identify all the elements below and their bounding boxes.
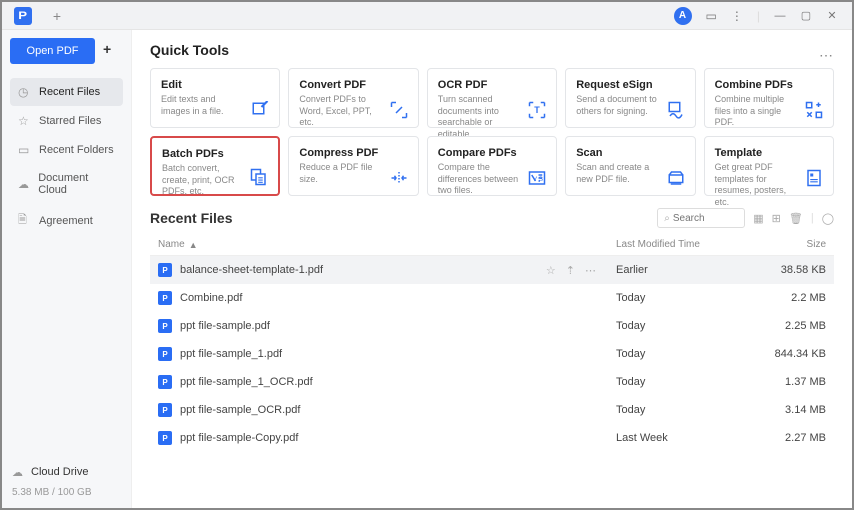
titlebar: P + A ▭ ⋮ | — ▢ ✕ xyxy=(2,2,852,30)
column-time[interactable]: Last Modified Time xyxy=(616,239,766,250)
avatar[interactable]: A xyxy=(674,7,692,25)
file-table: Name▲ Last Modified Time Size P balance-… xyxy=(150,234,834,452)
esign-icon xyxy=(665,101,687,119)
card-compare[interactable]: Compare PDFs Compare the differences bet… xyxy=(427,136,557,196)
compress-icon xyxy=(388,169,410,187)
card-compress[interactable]: Compress PDF Reduce a PDF file size. xyxy=(288,136,418,196)
app-logo: P xyxy=(14,7,32,25)
sidebar: Open PDF + Recent Files Starred Files Re… xyxy=(2,30,132,508)
pdf-file-icon: P xyxy=(158,291,172,305)
compare-icon: VS xyxy=(526,169,548,187)
chat-icon[interactable]: ▭ xyxy=(706,9,717,23)
new-file-button[interactable]: + xyxy=(103,41,123,61)
batch-icon xyxy=(248,168,270,186)
card-esign[interactable]: Request eSign Send a document to others … xyxy=(565,68,695,128)
delete-icon[interactable]: 🗑 xyxy=(789,212,803,225)
star-icon[interactable]: ☆ xyxy=(546,264,556,277)
combine-icon xyxy=(803,101,825,119)
card-edit[interactable]: Edit Edit texts and images in a file. xyxy=(150,68,280,128)
card-ocr[interactable]: OCR PDF Turn scanned documents into sear… xyxy=(427,68,557,128)
pdf-file-icon: P xyxy=(158,431,172,445)
convert-icon xyxy=(388,101,410,119)
document-icon xyxy=(18,211,31,230)
open-pdf-button[interactable]: Open PDF xyxy=(10,38,95,64)
minimize-button[interactable]: — xyxy=(774,10,786,22)
column-size[interactable]: Size xyxy=(766,239,826,250)
card-convert[interactable]: Convert PDF Convert PDFs to Word, Excel,… xyxy=(288,68,418,128)
maximize-button[interactable]: ▢ xyxy=(800,10,812,22)
sidebar-item-starred-files[interactable]: Starred Files xyxy=(10,107,123,135)
table-row[interactable]: Pppt file-sample_1_OCR.pdfToday1.37 MB xyxy=(150,368,834,396)
cloud-icon xyxy=(12,465,25,479)
pdf-file-icon: P xyxy=(158,319,172,333)
card-scan[interactable]: Scan Scan and create a new PDF file. xyxy=(565,136,695,196)
svg-text:T: T xyxy=(534,105,540,115)
grid-view-icon[interactable]: ⊞ xyxy=(772,212,781,225)
sort-asc-icon: ▲ xyxy=(189,240,198,250)
kebab-menu-icon[interactable]: ⋮ xyxy=(731,9,743,23)
sidebar-item-agreement[interactable]: Agreement xyxy=(10,204,123,237)
table-row[interactable]: Pppt file-sample-Copy.pdfLast Week2.27 M… xyxy=(150,424,834,452)
card-batch[interactable]: Batch PDFs Batch convert, create, print,… xyxy=(150,136,280,196)
folder-icon xyxy=(18,143,31,157)
clock-icon xyxy=(18,85,31,99)
new-tab-button[interactable]: + xyxy=(50,9,64,23)
pdf-file-icon: P xyxy=(158,403,172,417)
recent-files-title: Recent Files xyxy=(150,210,232,226)
table-row[interactable]: Pppt file-sample_OCR.pdfToday3.14 MB xyxy=(150,396,834,424)
storage-info: 5.38 MB / 100 GB xyxy=(10,485,123,502)
sidebar-item-recent-folders[interactable]: Recent Folders xyxy=(10,136,123,164)
sidebar-item-label: Recent Folders xyxy=(39,144,114,156)
search-box[interactable]: ⌕ xyxy=(657,208,745,228)
sidebar-item-label: Agreement xyxy=(39,215,93,227)
cloud-icon xyxy=(18,177,30,191)
quick-tools-grid: Edit Edit texts and images in a file. Co… xyxy=(150,68,834,196)
sidebar-item-recent-files[interactable]: Recent Files xyxy=(10,78,123,106)
sidebar-item-label: Starred Files xyxy=(39,115,101,127)
svg-text:S: S xyxy=(539,176,544,183)
cloud-drive-item[interactable]: Cloud Drive xyxy=(10,459,123,485)
column-name[interactable]: Name▲ xyxy=(158,239,616,250)
quick-tools-title: Quick Tools xyxy=(150,42,229,58)
template-icon xyxy=(803,169,825,187)
table-row[interactable]: PCombine.pdfToday2.2 MB xyxy=(150,284,834,312)
card-combine[interactable]: Combine PDFs Combine multiple files into… xyxy=(704,68,834,128)
card-template[interactable]: Template Get great PDF templates for res… xyxy=(704,136,834,196)
table-row[interactable]: Pppt file-sample.pdfToday2.25 MB xyxy=(150,312,834,340)
more-icon[interactable]: ⋯ xyxy=(819,47,834,64)
more-icon[interactable]: ⋯ xyxy=(585,264,596,277)
svg-text:V: V xyxy=(533,176,538,183)
pdf-file-icon: P xyxy=(158,375,172,389)
edit-icon xyxy=(249,101,271,119)
table-row[interactable]: P balance-sheet-template-1.pdf ☆ ⇡ ⋯ Ear… xyxy=(150,256,834,284)
search-icon: ⌕ xyxy=(664,213,670,224)
search-input[interactable] xyxy=(673,213,733,224)
upload-icon[interactable]: ⇡ xyxy=(566,264,575,277)
content-area: Quick Tools ⋯ Edit Edit texts and images… xyxy=(132,30,852,508)
row-actions: ☆ ⇡ ⋯ xyxy=(546,264,596,277)
refresh-icon[interactable]: ◯ xyxy=(822,212,834,225)
sidebar-item-label: Document Cloud xyxy=(38,172,115,196)
pdf-file-icon: P xyxy=(158,347,172,361)
star-icon xyxy=(18,114,31,128)
list-view-icon[interactable]: ▦ xyxy=(753,212,763,225)
sidebar-item-document-cloud[interactable]: Document Cloud xyxy=(10,165,123,203)
table-row[interactable]: Pppt file-sample_1.pdfToday844.34 KB xyxy=(150,340,834,368)
ocr-icon: T xyxy=(526,101,548,119)
table-header: Name▲ Last Modified Time Size xyxy=(150,234,834,256)
scan-icon xyxy=(665,169,687,187)
sidebar-item-label: Recent Files xyxy=(39,86,100,98)
close-button[interactable]: ✕ xyxy=(826,10,838,22)
pdf-file-icon: P xyxy=(158,263,172,277)
